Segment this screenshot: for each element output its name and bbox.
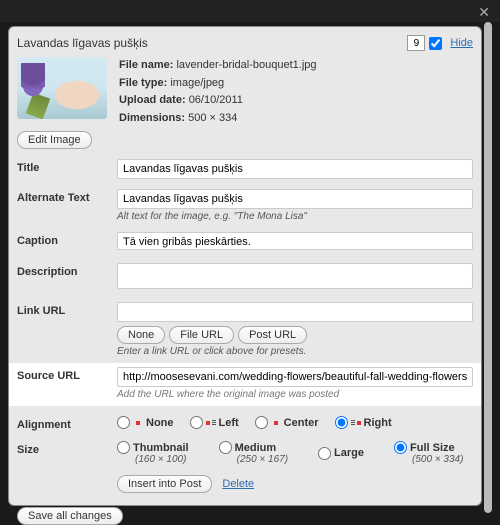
description-label: Description bbox=[17, 263, 117, 278]
linkurl-post-button[interactable]: Post URL bbox=[238, 326, 307, 344]
caption-label: Caption bbox=[17, 232, 117, 247]
alt-hint: Alt text for the image, e.g. "The Mona L… bbox=[117, 211, 473, 222]
align-none-option[interactable]: None bbox=[117, 416, 174, 429]
caption-input[interactable]: Tā vien gribās pieskārties. bbox=[117, 232, 473, 250]
save-all-button[interactable]: Save all changes bbox=[17, 507, 123, 525]
size-large-option[interactable]: Large bbox=[318, 447, 364, 460]
size-full-option[interactable]: Full Size bbox=[394, 441, 463, 454]
alignment-label: Alignment bbox=[17, 416, 117, 431]
align-center-option[interactable]: Center bbox=[255, 416, 319, 429]
scrollbar[interactable] bbox=[484, 22, 492, 513]
title-label: Title bbox=[17, 162, 39, 174]
alt-label: Alternate Text bbox=[17, 189, 117, 204]
align-none-icon bbox=[133, 420, 143, 426]
description-input[interactable] bbox=[117, 263, 473, 289]
align-center-icon bbox=[271, 420, 281, 426]
alt-input[interactable] bbox=[117, 189, 473, 209]
linkurl-none-button[interactable]: None bbox=[117, 326, 165, 344]
edit-image-button[interactable]: Edit Image bbox=[17, 131, 92, 149]
linkurl-hint: Enter a link URL or click above for pres… bbox=[117, 346, 473, 357]
file-meta: File name: lavender-bridal-bouquet1.jpg … bbox=[119, 57, 317, 127]
linkurl-file-button[interactable]: File URL bbox=[169, 326, 234, 344]
align-right-icon bbox=[351, 420, 361, 426]
delete-link[interactable]: Delete bbox=[222, 478, 254, 490]
source-label: Source URL bbox=[17, 367, 117, 382]
size-medium-option[interactable]: Medium bbox=[219, 441, 288, 454]
size-label: Size bbox=[17, 441, 117, 456]
title-input[interactable] bbox=[117, 159, 473, 179]
close-icon[interactable]: ✕ bbox=[478, 4, 490, 20]
insert-post-button[interactable]: Insert into Post bbox=[117, 475, 212, 493]
size-thumbnail-option[interactable]: Thumbnail bbox=[117, 441, 189, 454]
toggle-checkbox[interactable] bbox=[429, 37, 442, 50]
order-input[interactable] bbox=[407, 35, 425, 51]
linkurl-label: Link URL bbox=[17, 302, 117, 317]
align-left-option[interactable]: Left bbox=[190, 416, 239, 429]
media-edit-panel: Lavandas līgavas pušķis Hide File name: … bbox=[8, 26, 482, 506]
thumbnail-image bbox=[17, 57, 107, 119]
item-title: Lavandas līgavas pušķis bbox=[17, 36, 148, 50]
align-left-icon bbox=[206, 420, 216, 426]
linkurl-input[interactable] bbox=[117, 302, 473, 322]
hide-link[interactable]: Hide bbox=[450, 37, 473, 49]
source-hint: Add the URL where the original image was… bbox=[117, 389, 473, 400]
align-right-option[interactable]: Right bbox=[335, 416, 392, 429]
source-input[interactable] bbox=[117, 367, 473, 387]
